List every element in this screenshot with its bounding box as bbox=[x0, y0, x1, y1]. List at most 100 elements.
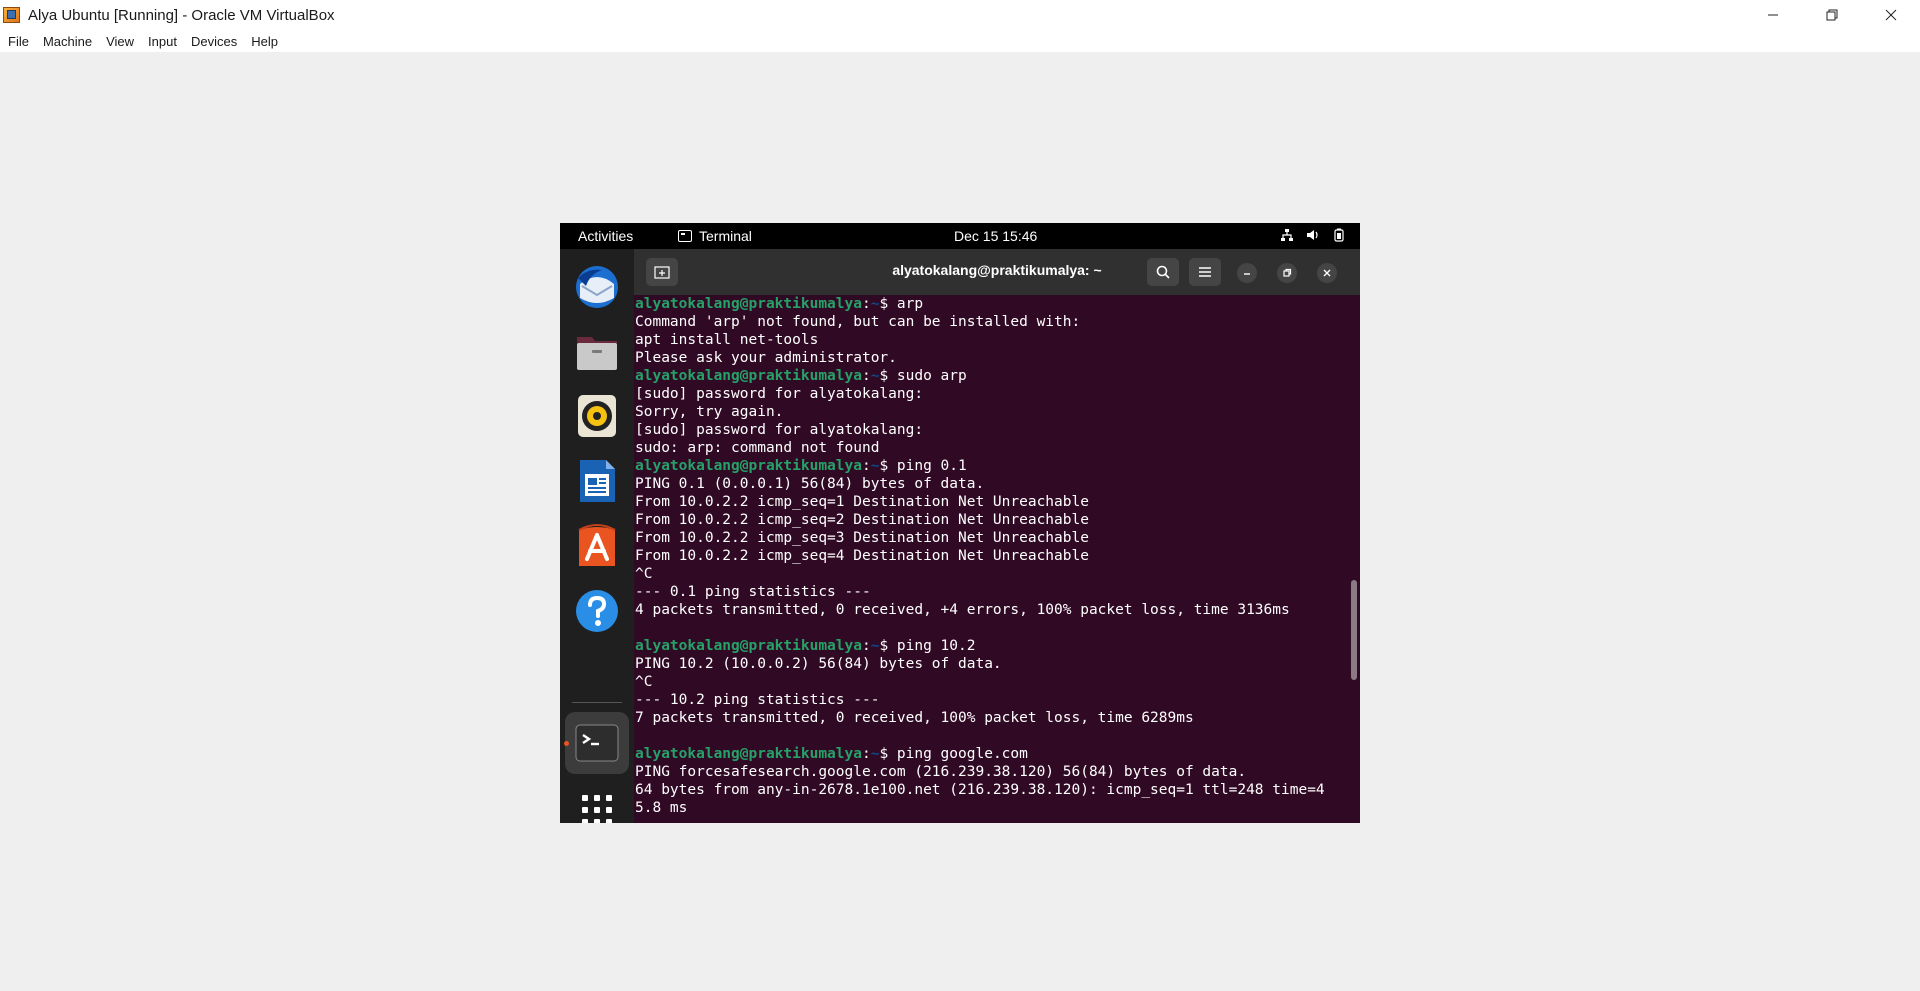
terminal-prompt-line: alyatokalang@praktikumalya:~$ ping 0.1 bbox=[635, 457, 1360, 475]
active-indicator bbox=[564, 741, 569, 746]
window-title: Alya Ubuntu [Running] - Oracle VM Virtua… bbox=[28, 6, 335, 24]
restore-button[interactable] bbox=[1802, 0, 1861, 30]
activities-button[interactable]: Activities bbox=[578, 228, 633, 244]
restore-icon bbox=[1826, 9, 1837, 21]
terminal-output-line: Please ask your administrator. bbox=[635, 350, 897, 366]
close-icon bbox=[1323, 269, 1331, 277]
terminal-output-line: sudo: arp: command not found bbox=[635, 440, 880, 456]
dock-files[interactable] bbox=[573, 327, 621, 375]
close-icon bbox=[1885, 9, 1896, 21]
vm-close-button[interactable] bbox=[1317, 263, 1337, 283]
menu-help[interactable]: Help bbox=[251, 34, 278, 49]
prompt-user: alyatokalang@praktikumalya bbox=[635, 296, 862, 312]
terminal-output-line: 7 packets transmitted, 0 received, 100% … bbox=[635, 710, 1194, 726]
terminal-output-line: --- 10.2 ping statistics --- bbox=[635, 692, 880, 708]
terminal-prompt-line: alyatokalang@praktikumalya:~$ ping googl… bbox=[635, 745, 1360, 763]
menu-devices[interactable]: Devices bbox=[191, 34, 237, 49]
terminal-prompt-line: alyatokalang@praktikumalya:~$ sudo arp bbox=[635, 367, 1360, 385]
search-icon bbox=[1156, 265, 1170, 279]
terminal-icon bbox=[575, 724, 619, 762]
minimize-icon bbox=[1244, 273, 1250, 275]
window-controls bbox=[1743, 0, 1920, 30]
terminal-output-line: 5.8 ms bbox=[635, 800, 688, 816]
prompt-user: alyatokalang@praktikumalya bbox=[635, 368, 862, 384]
prompt-separator: : bbox=[861, 638, 871, 654]
minimize-button[interactable] bbox=[1743, 0, 1802, 30]
host-menubar: File Machine View Input Devices Help bbox=[0, 30, 1920, 52]
terminal-output[interactable]: alyatokalang@praktikumalya:~$ arp Command… bbox=[634, 295, 1360, 823]
terminal-output-line: [sudo] password for alyatokalang: bbox=[635, 386, 924, 402]
menu-file[interactable]: File bbox=[8, 34, 29, 49]
menu-button[interactable] bbox=[1189, 258, 1221, 286]
files-icon bbox=[577, 337, 617, 370]
ubuntu-topbar: Activities Terminal Dec 15 15:46 bbox=[560, 223, 1360, 249]
prompt-separator: : bbox=[861, 368, 871, 384]
dock-rhythmbox[interactable] bbox=[573, 392, 621, 440]
app-center-icon bbox=[578, 524, 616, 566]
terminal-output-line: [sudo] password for alyatokalang: bbox=[635, 422, 924, 438]
terminal-output-line: --- 0.1 ping statistics --- bbox=[635, 584, 871, 600]
prompt-command: $ arp bbox=[879, 296, 924, 312]
search-button[interactable] bbox=[1147, 258, 1179, 286]
terminal-headerbar: alyatokalang@praktikumalya: ~ bbox=[634, 249, 1360, 295]
prompt-command: $ ping 0.1 bbox=[879, 458, 967, 474]
dock-show-apps[interactable] bbox=[573, 786, 621, 823]
terminal-output-line: apt install net-tools bbox=[635, 332, 819, 348]
battery-icon bbox=[1334, 228, 1344, 242]
dock-help[interactable] bbox=[573, 587, 621, 635]
system-tray[interactable] bbox=[1280, 228, 1346, 242]
prompt-user: alyatokalang@praktikumalya bbox=[635, 746, 862, 762]
prompt-command: $ ping 10.2 bbox=[879, 638, 976, 654]
prompt-separator: : bbox=[861, 296, 871, 312]
terminal-output-line: From 10.0.2.2 icmp_seq=4 Destination Net… bbox=[635, 548, 1089, 564]
close-button[interactable] bbox=[1861, 0, 1920, 30]
writer-icon bbox=[580, 460, 615, 502]
network-icon bbox=[1281, 229, 1293, 241]
terminal-output-line: Sorry, try again. bbox=[635, 404, 784, 420]
terminal-output-line: 4 packets transmitted, 0 received, +4 er… bbox=[635, 602, 1290, 618]
terminal-output-line: From 10.0.2.2 icmp_seq=3 Destination Net… bbox=[635, 530, 1089, 546]
menu-machine[interactable]: Machine bbox=[43, 34, 92, 49]
volume-icon bbox=[1307, 230, 1318, 240]
prompt-command: $ ping google.com bbox=[879, 746, 1028, 762]
terminal-output-line: ^C bbox=[635, 674, 653, 690]
show-apps-icon bbox=[582, 795, 612, 823]
thunderbird-icon bbox=[576, 266, 618, 308]
dock-terminal[interactable] bbox=[573, 719, 621, 767]
minimize-icon bbox=[1767, 14, 1778, 16]
dock-separator bbox=[572, 702, 622, 703]
menu-input[interactable]: Input bbox=[148, 34, 177, 49]
dock-app-center[interactable] bbox=[573, 521, 621, 569]
host-titlebar: Alya Ubuntu [Running] - Oracle VM Virtua… bbox=[0, 0, 1920, 30]
terminal-output-line: 64 bytes from any-in-2678.1e100.net (216… bbox=[635, 782, 1325, 798]
terminal-output-line: From 10.0.2.2 icmp_seq=2 Destination Net… bbox=[635, 512, 1089, 528]
dock-writer[interactable] bbox=[573, 457, 621, 505]
terminal-output-line: ^C bbox=[635, 566, 653, 582]
restore-icon bbox=[1283, 268, 1292, 277]
vm-minimize-button[interactable] bbox=[1237, 263, 1257, 283]
app-menu[interactable]: Terminal bbox=[678, 228, 752, 244]
terminal-output-line: From 10.0.2.2 icmp_seq=1 Destination Net… bbox=[635, 494, 1089, 510]
terminal-prompt-line: alyatokalang@praktikumalya:~$ ping 10.2 bbox=[635, 637, 1360, 655]
vm-screen[interactable]: Activities Terminal Dec 15 15:46 alyatok… bbox=[560, 223, 1360, 823]
rhythmbox-icon bbox=[578, 395, 616, 437]
terminal-prompt-line: alyatokalang@praktikumalya:~$ arp bbox=[635, 295, 1360, 313]
prompt-user: alyatokalang@praktikumalya bbox=[635, 458, 862, 474]
terminal-output-line: Command 'arp' not found, but can be inst… bbox=[635, 314, 1081, 330]
terminal-output-line: PING 10.2 (10.0.0.2) 56(84) bytes of dat… bbox=[635, 656, 1002, 672]
prompt-separator: : bbox=[861, 458, 871, 474]
prompt-user: alyatokalang@praktikumalya bbox=[635, 638, 862, 654]
menu-view[interactable]: View bbox=[106, 34, 134, 49]
virtualbox-icon bbox=[2, 5, 22, 25]
dock bbox=[560, 249, 634, 823]
terminal-scrollbar[interactable] bbox=[1351, 580, 1357, 680]
dock-thunderbird[interactable] bbox=[573, 263, 621, 311]
hamburger-icon bbox=[1199, 267, 1211, 277]
app-name: Terminal bbox=[699, 228, 752, 244]
vm-maximize-button[interactable] bbox=[1277, 263, 1297, 283]
terminal-output-line: PING forcesafesearch.google.com (216.239… bbox=[635, 764, 1247, 780]
help-icon bbox=[576, 590, 618, 632]
clock[interactable]: Dec 15 15:46 bbox=[954, 228, 1037, 244]
